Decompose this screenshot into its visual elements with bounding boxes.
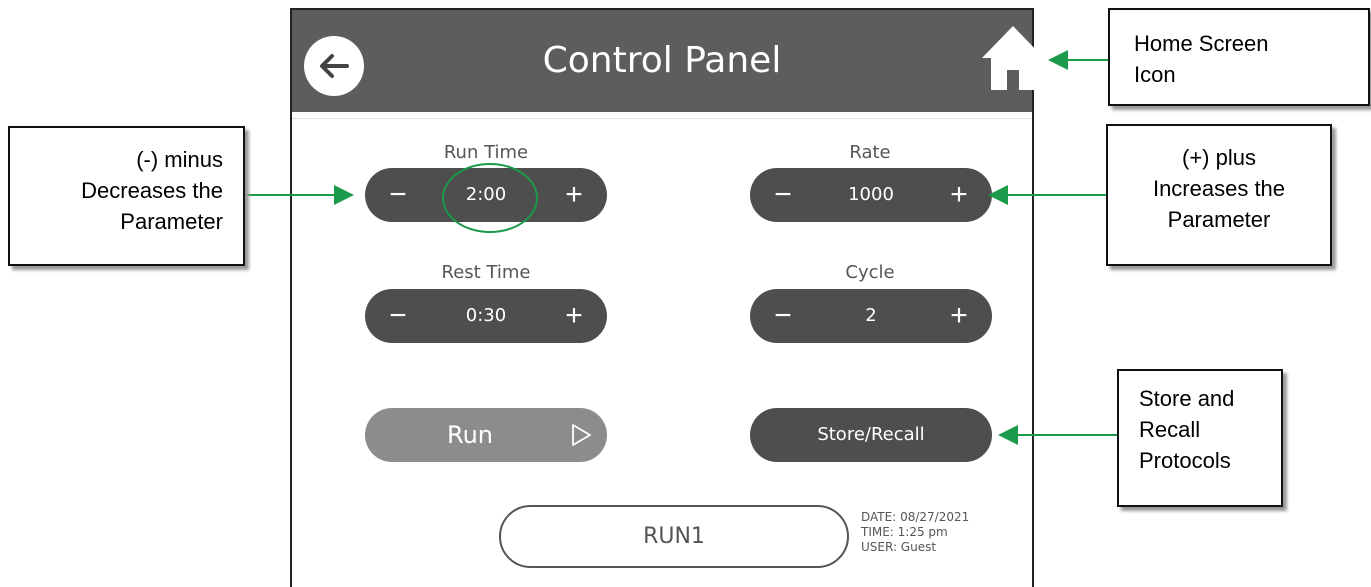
callout-text: Home Screen [1134, 31, 1269, 56]
plus-callout: (+) plus Increases the Parameter [1106, 124, 1332, 266]
callout-text: (-) minus [136, 147, 223, 172]
minus-callout: (-) minus Decreases the Parameter [8, 126, 245, 266]
callout-text: Decreases the [81, 178, 223, 203]
home-callout: Home Screen Icon [1108, 8, 1370, 106]
callout-text: Increases the [1152, 176, 1286, 201]
callout-text: Recall [1139, 417, 1201, 442]
callout-text: Parameter [120, 209, 223, 234]
callout-text: Store and [1139, 386, 1235, 411]
callout-text: Parameter [1167, 207, 1271, 232]
store-callout: Store and Recall Protocols [1117, 369, 1283, 507]
callout-text: Icon [1134, 62, 1176, 87]
callout-text: (+) plus [1182, 145, 1256, 170]
callout-text: Protocols [1139, 448, 1231, 473]
